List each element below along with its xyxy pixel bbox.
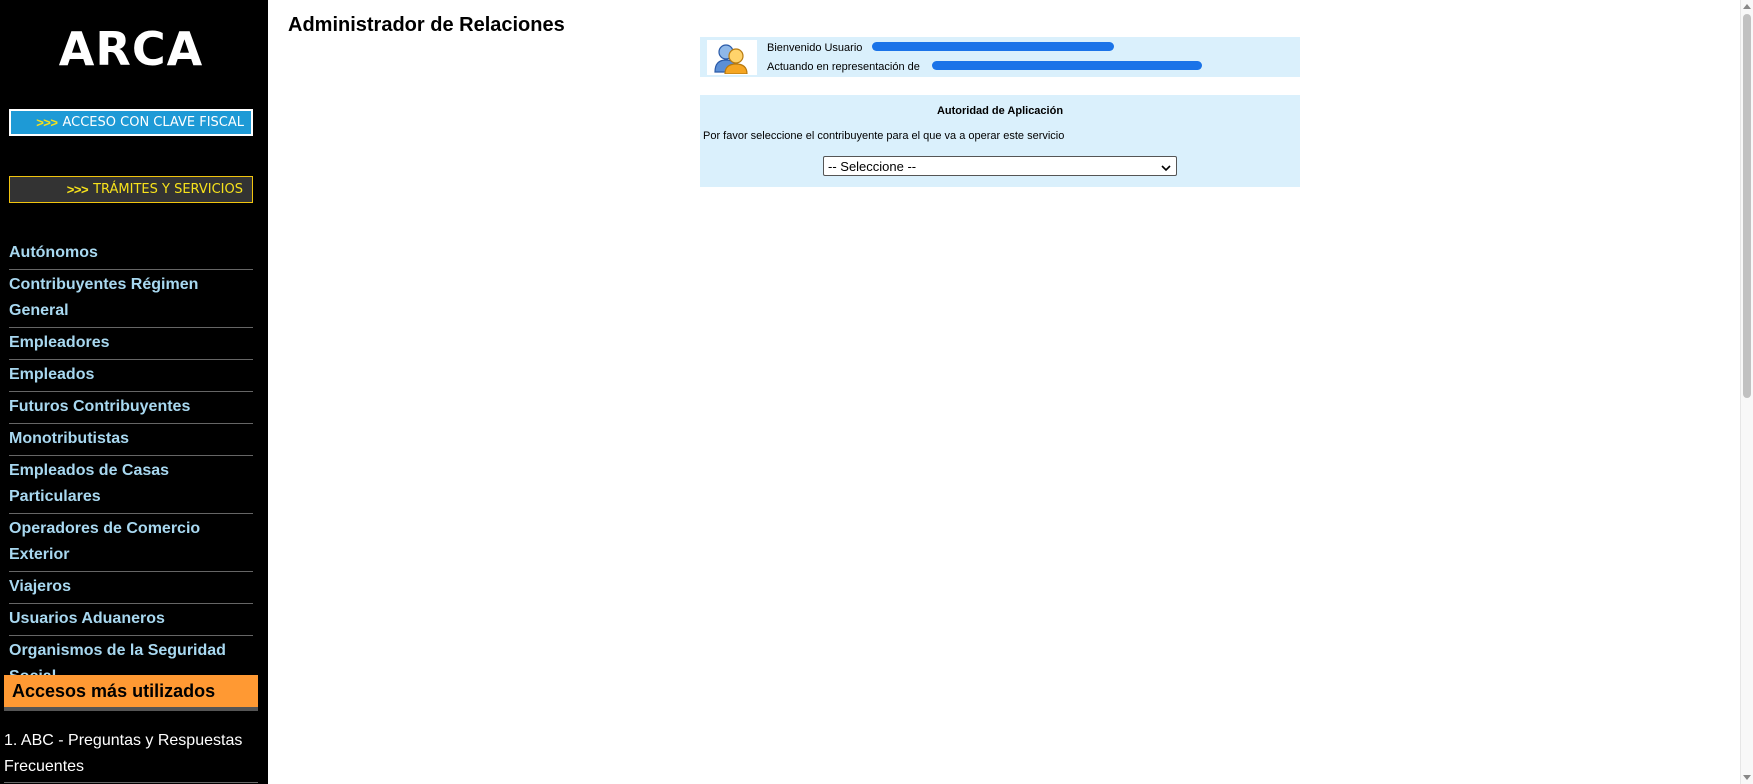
- logo[interactable]: ARCA: [0, 22, 262, 76]
- tramites-servicios-button[interactable]: >>> TRÁMITES Y SERVICIOS: [9, 176, 253, 203]
- frequent-access-header: Accesos más utilizados: [4, 675, 258, 711]
- sidebar-item-viajeros[interactable]: Viajeros: [9, 572, 253, 604]
- scroll-up-icon[interactable]: [1743, 3, 1751, 9]
- clave-fiscal-button[interactable]: >>> ACCESO CON CLAVE FISCAL: [9, 109, 253, 136]
- sidebar-item-empleados[interactable]: Empleados: [9, 360, 253, 392]
- scroll-down-icon[interactable]: [1743, 775, 1751, 781]
- page: ARCA >>> ACCESO CON CLAVE FISCAL >>> TRÁ…: [0, 0, 1753, 784]
- scrollbar-thumb[interactable]: [1743, 14, 1751, 398]
- sidebar-item-usuarios-aduaneros[interactable]: Usuarios Aduaneros: [9, 604, 253, 636]
- sidebar-item-empleadores[interactable]: Empleadores: [9, 328, 253, 360]
- frequent-access-list: 1. ABC - Preguntas y Respuestas Frecuent…: [4, 728, 258, 783]
- welcome-line: Bienvenido Usuario: [767, 42, 862, 54]
- contribuyente-select-value: -- Seleccione --: [828, 158, 917, 174]
- contribuyente-select[interactable]: -- Seleccione --: [823, 156, 1177, 176]
- chevron-down-icon: [1161, 161, 1171, 176]
- sidebar-item-futuros-contribuyentes[interactable]: Futuros Contribuyentes: [9, 392, 253, 424]
- authority-panel: Autoridad de Aplicación Por favor selecc…: [700, 95, 1300, 187]
- redaction-mark: [872, 42, 1114, 51]
- authority-title: Autoridad de Aplicación: [936, 105, 1064, 117]
- tramites-servicios-label: TRÁMITES Y SERVICIOS: [93, 182, 243, 197]
- representation-label: Actuando en representación de: [767, 61, 920, 73]
- sidebar-item-monotributistas[interactable]: Monotributistas: [9, 424, 253, 456]
- sidebar: ARCA >>> ACCESO CON CLAVE FISCAL >>> TRÁ…: [0, 0, 268, 784]
- sidebar-item-empleados-casas-particulares[interactable]: Empleados de Casas Particulares: [9, 456, 253, 514]
- sidebar-item-autonomos[interactable]: Autónomos: [9, 238, 253, 270]
- authority-prompt: Por favor seleccione el contribuyente pa…: [703, 130, 1065, 142]
- page-title: Administrador de Relaciones: [288, 14, 565, 36]
- sidebar-nav: Autónomos Contribuyentes Régimen General…: [9, 238, 253, 694]
- arrows-icon: >>>: [36, 115, 58, 130]
- frequent-access-title: Accesos más utilizados: [12, 680, 216, 701]
- vertical-scrollbar[interactable]: [1740, 0, 1753, 784]
- sidebar-item-contribuyentes-regimen-general[interactable]: Contribuyentes Régimen General: [9, 270, 253, 328]
- clave-fiscal-label: ACCESO CON CLAVE FISCAL: [62, 115, 244, 130]
- user-info-panel: Bienvenido Usuario Actuando en represent…: [700, 37, 1300, 77]
- frequent-access-item[interactable]: 1. ABC - Preguntas y Respuestas Frecuent…: [4, 728, 258, 783]
- sidebar-item-operadores-comercio-exterior[interactable]: Operadores de Comercio Exterior: [9, 514, 253, 572]
- users-icon: [707, 40, 757, 75]
- welcome-label: Bienvenido Usuario: [767, 42, 863, 54]
- redaction-mark: [932, 61, 1202, 70]
- representation-line: Actuando en representación de: [767, 61, 920, 73]
- arrows-icon: >>>: [66, 182, 89, 197]
